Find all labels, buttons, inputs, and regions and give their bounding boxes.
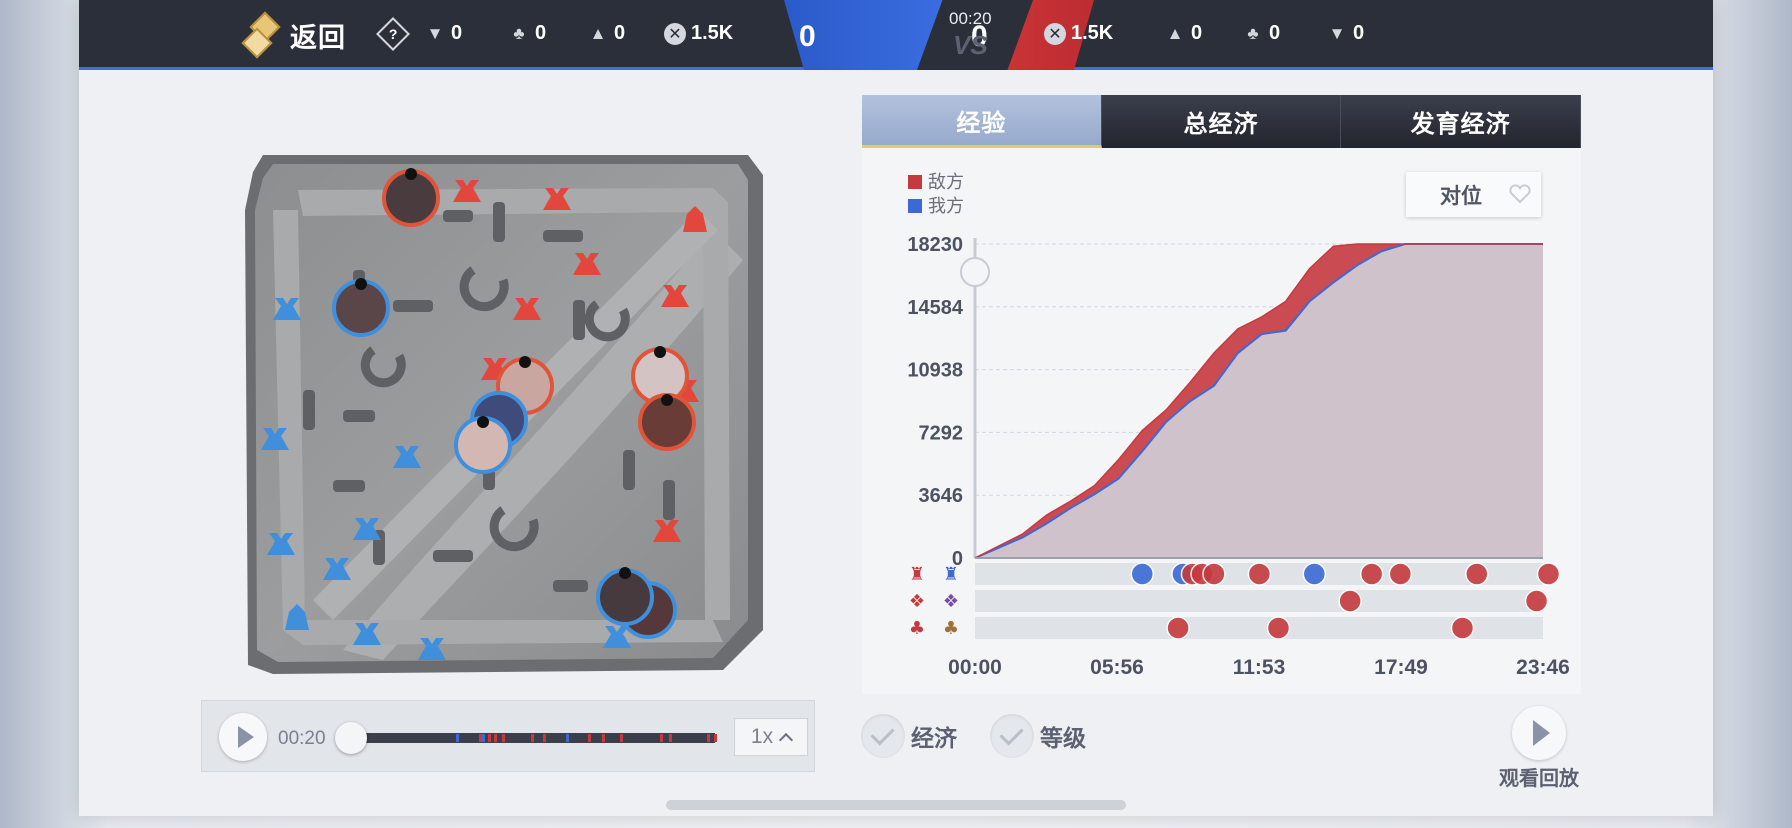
event-marker	[1338, 589, 1362, 613]
blue-inhibitor-stat: ▲ 0	[587, 22, 626, 45]
back-button[interactable]: 返回	[244, 14, 346, 56]
event-marker	[1524, 589, 1549, 613]
event-marker	[1536, 562, 1561, 586]
crystal-icon: ▲	[1166, 23, 1184, 43]
scrubber-handle	[960, 257, 990, 287]
speed-label: 1x	[750, 725, 774, 748]
y-tick-label: 7292	[919, 422, 964, 444]
timeline-event-marker	[714, 734, 718, 742]
tab-experience[interactable]: 经验	[862, 95, 1102, 148]
timeline-event-marker	[501, 734, 505, 742]
current-time: 00:20	[278, 728, 326, 749]
timeline-event-marker	[668, 734, 672, 742]
level-toggle[interactable]: 等级	[990, 714, 1086, 758]
ally-objective-icon: ♜	[943, 564, 959, 585]
watch-replay-button[interactable]: 观看回放	[1494, 706, 1584, 791]
timeline-event-marker	[588, 734, 592, 742]
red-gold-stat: ✕ 1.5K	[1044, 22, 1113, 45]
timeline-event-marker	[530, 734, 534, 742]
event-marker	[1247, 562, 1272, 586]
event-marker	[1302, 562, 1327, 586]
back-label: 返回	[290, 22, 346, 53]
event-marker	[1166, 616, 1190, 640]
minimap[interactable]	[243, 150, 767, 678]
chart-legend: 敌方 我方	[908, 170, 964, 218]
timeline-event-marker	[488, 734, 492, 742]
play-icon	[1512, 706, 1566, 760]
timeline-event-marker	[620, 734, 624, 742]
tab-total-economy[interactable]: 总经济	[1101, 95, 1342, 148]
chevron-up-icon	[779, 732, 794, 747]
vs-label: VS	[953, 30, 988, 60]
check-icon	[990, 714, 1034, 758]
ally-objective-icon: ❖	[943, 591, 959, 612]
heart-icon	[1509, 184, 1531, 204]
y-tick-label: 18230	[907, 234, 963, 256]
timeline-event-marker	[659, 734, 663, 742]
enemy-objective-icon: ❖	[909, 591, 925, 612]
x-tick-label: 23:46	[1516, 656, 1570, 679]
event-marker	[1388, 562, 1413, 586]
y-tick-label: 10938	[907, 360, 963, 382]
enemy-objective-icon: ♜	[909, 564, 925, 585]
timeline-event-marker	[479, 734, 483, 742]
timeline-event-marker	[602, 734, 606, 742]
x-tick-label: 11:53	[1233, 656, 1286, 679]
replay-player: 00:20 1x	[201, 700, 815, 772]
legend-enemy: 敌方	[908, 170, 964, 194]
red-inhibitor-stat: ▲ 0	[1164, 22, 1203, 45]
timeline-event-marker	[494, 734, 498, 742]
y-tick-label: 3646	[919, 485, 964, 507]
game-time: 00:20	[949, 9, 992, 28]
red-tower-stat: ▼ 0	[1326, 22, 1365, 45]
oppose-button[interactable]: 对位	[1406, 172, 1541, 217]
x-tick-label: 05:56	[1090, 656, 1144, 679]
crystal-icon: ▲	[589, 23, 607, 43]
x-tick-label: 17:49	[1374, 656, 1428, 679]
event-marker	[1450, 616, 1475, 640]
timeline-thumb[interactable]	[335, 722, 367, 754]
help-button[interactable]: ?	[376, 17, 415, 51]
y-tick-label: 14584	[907, 297, 963, 319]
event-marker	[1266, 616, 1291, 640]
timeline-event-marker	[706, 734, 710, 742]
blue-tower-stat: ▼ 0	[424, 22, 463, 45]
ally-objective-icon: ♣	[943, 618, 959, 639]
play-button[interactable]	[219, 713, 267, 761]
experience-chart: 036467292109381458418230♜ ♜❖ ❖♣ ♣00:00 05:56…	[907, 234, 1570, 679]
home-indicator	[666, 800, 1126, 810]
back-icon	[244, 14, 282, 56]
gold-icon: ✕	[664, 22, 686, 45]
event-marker	[1130, 562, 1155, 586]
dragon-icon: ♣	[1247, 23, 1259, 43]
stat-tabs: 经验 总经济 发育经济	[862, 95, 1582, 148]
dragon-icon: ♣	[513, 23, 525, 43]
timeline-track[interactable]	[350, 733, 718, 743]
red-dragon-stat: ♣ 0	[1242, 22, 1280, 45]
event-marker	[1465, 562, 1489, 586]
timeline-event-marker	[542, 734, 546, 742]
x-tick-label: 00:00	[948, 656, 1002, 679]
economy-toggle[interactable]: 经济	[861, 714, 957, 758]
check-icon	[861, 714, 905, 758]
help-icon: ?	[376, 17, 410, 51]
speed-selector[interactable]: 1x	[734, 718, 808, 756]
enemy-objective-icon: ♣	[909, 618, 925, 639]
event-marker	[1202, 562, 1226, 586]
tab-development-economy[interactable]: 发育经济	[1341, 95, 1582, 148]
timeline-event-marker	[565, 734, 569, 742]
event-row-bg	[975, 590, 1543, 612]
top-bar: 返回 ? ▼ 0 ♣ 0 ▲ 0 ✕ 1.5K 0 0 00:20 VS ✕ 1…	[79, 0, 1713, 70]
blue-gold-stat: ✕ 1.5K	[664, 22, 733, 45]
timeline-event-marker	[456, 734, 460, 742]
timeline-event-marker	[482, 734, 486, 742]
blue-score: 0	[799, 20, 816, 53]
tower-destroyed-icon: ▼	[426, 23, 444, 43]
legend-ally: 我方	[908, 194, 964, 218]
tower-destroyed-icon: ▼	[1328, 23, 1346, 43]
blue-dragon-stat: ♣ 0	[508, 22, 546, 45]
gold-icon: ✕	[1044, 22, 1066, 45]
event-marker	[1359, 562, 1384, 586]
